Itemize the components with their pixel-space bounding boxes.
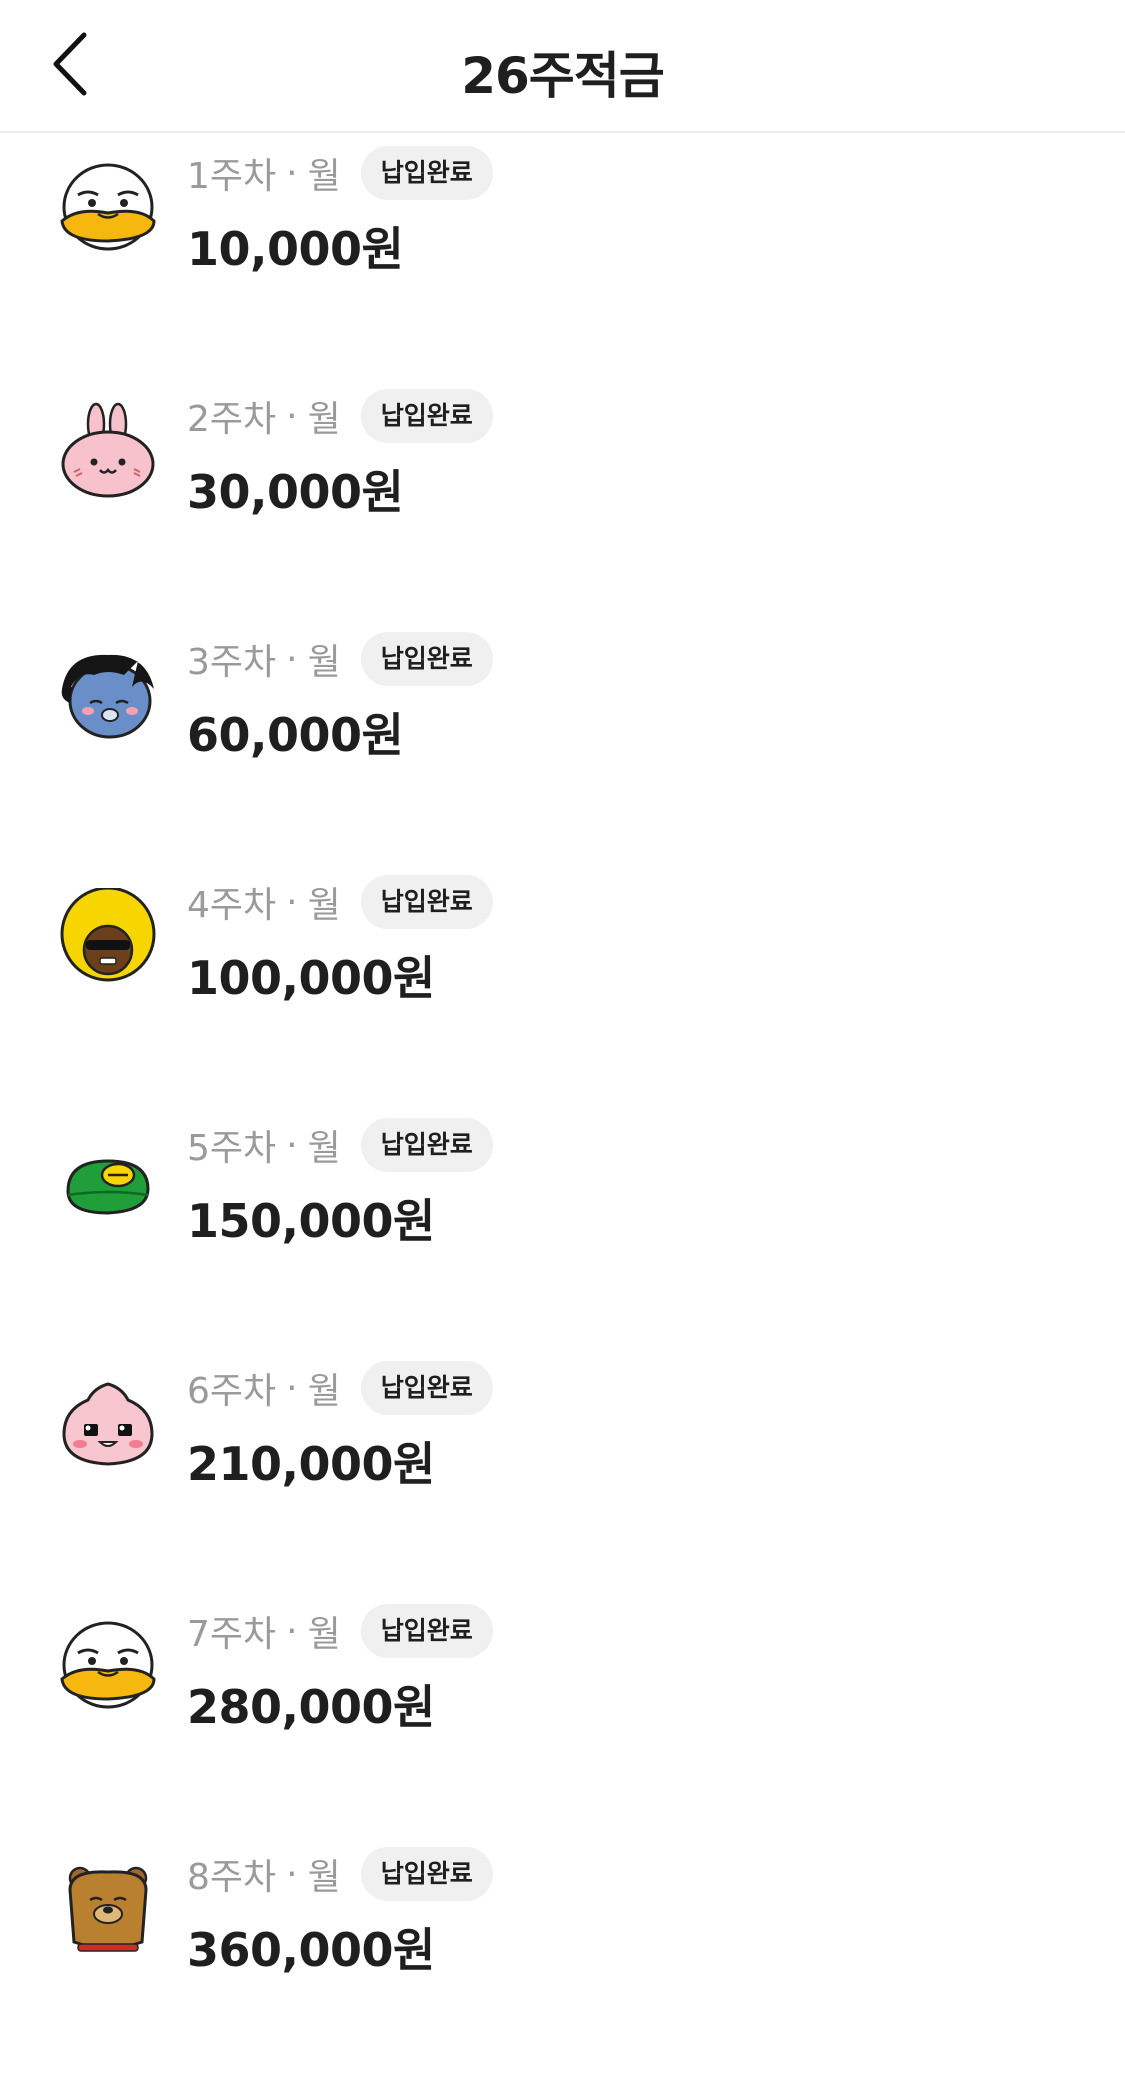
day-label: 월 [307, 1614, 341, 1655]
week-label: 1주차 [187, 156, 277, 197]
item-meta: 1주차 · 월 납입완료 [187, 145, 493, 201]
day-label: 월 [307, 885, 341, 926]
list-item[interactable]: 3주차 · 월 납입완료 60,000원 [0, 619, 1125, 862]
list-item[interactable]: 6주차 · 월 납입완료 210,000원 [0, 1348, 1125, 1591]
item-meta: 3주차 · 월 납입완료 [187, 631, 493, 687]
separator: · [286, 1853, 298, 1895]
separator: · [286, 1610, 298, 1652]
week-label: 6주차 [187, 1371, 277, 1412]
status-badge: 납입완료 [360, 875, 493, 929]
status-badge: 납입완료 [360, 632, 493, 686]
green-crocodile-character-icon [58, 1131, 158, 1231]
list-item[interactable]: 2주차 · 월 납입완료 30,000원 [0, 376, 1125, 619]
week-label: 8주차 [187, 1857, 277, 1898]
item-meta: 8주차 · 월 납입완료 [187, 1846, 493, 1902]
list-item[interactable]: 7주차 · 월 납입완료 280,000원 [0, 1591, 1125, 1834]
day-label: 월 [307, 1857, 341, 1898]
day-label: 월 [307, 1128, 341, 1169]
day-label: 월 [307, 1371, 341, 1412]
amount: 10,000원 [187, 222, 404, 276]
amount: 210,000원 [187, 1437, 435, 1491]
afro-character-icon [58, 888, 158, 988]
status-badge: 납입완료 [360, 1118, 493, 1172]
amount: 150,000원 [187, 1194, 435, 1248]
page-title: 26주적금 [461, 47, 665, 105]
week-label: 7주차 [187, 1614, 277, 1655]
peach-character-icon [58, 1374, 158, 1474]
day-label: 월 [307, 156, 341, 197]
pink-rabbit-character-icon [58, 402, 158, 502]
separator: · [286, 395, 298, 437]
separator: · [286, 881, 298, 923]
status-badge: 납입완료 [360, 1847, 493, 1901]
status-badge: 납입완료 [360, 1604, 493, 1658]
top-bar: 26주적금 [0, 0, 1125, 133]
amount: 60,000원 [187, 708, 404, 762]
day-label: 월 [307, 642, 341, 683]
separator: · [286, 1367, 298, 1409]
week-label: 4주차 [187, 885, 277, 926]
bear-character-icon [58, 1860, 158, 1960]
week-label: 2주차 [187, 399, 277, 440]
list-item[interactable]: 1주차 · 월 납입완료 10,000원 [0, 133, 1125, 376]
item-meta: 5주차 · 월 납입완료 [187, 1117, 493, 1173]
amount: 360,000원 [187, 1923, 435, 1977]
status-badge: 납입완료 [360, 1361, 493, 1415]
separator: · [286, 152, 298, 194]
black-cat-character-icon [58, 645, 158, 745]
list-item[interactable]: 4주차 · 월 납입완료 100,000원 [0, 862, 1125, 1105]
separator: · [286, 1124, 298, 1166]
list-item[interactable]: 5주차 · 월 납입완료 150,000원 [0, 1105, 1125, 1348]
item-meta: 2주차 · 월 납입완료 [187, 388, 493, 444]
week-label: 5주차 [187, 1128, 277, 1169]
day-label: 월 [307, 399, 341, 440]
item-meta: 7주차 · 월 납입완료 [187, 1603, 493, 1659]
amount: 30,000원 [187, 465, 404, 519]
amount: 100,000원 [187, 951, 435, 1005]
status-badge: 납입완료 [360, 389, 493, 443]
item-meta: 4주차 · 월 납입완료 [187, 874, 493, 930]
item-meta: 6주차 · 월 납입완료 [187, 1360, 493, 1416]
status-badge: 납입완료 [360, 146, 493, 200]
week-label: 3주차 [187, 642, 277, 683]
duck-character-icon [58, 1617, 158, 1717]
separator: · [286, 638, 298, 680]
duck-character-icon [58, 159, 158, 259]
amount: 280,000원 [187, 1680, 435, 1734]
list-item[interactable]: 8주차 · 월 납입완료 360,000원 [0, 1834, 1125, 2077]
